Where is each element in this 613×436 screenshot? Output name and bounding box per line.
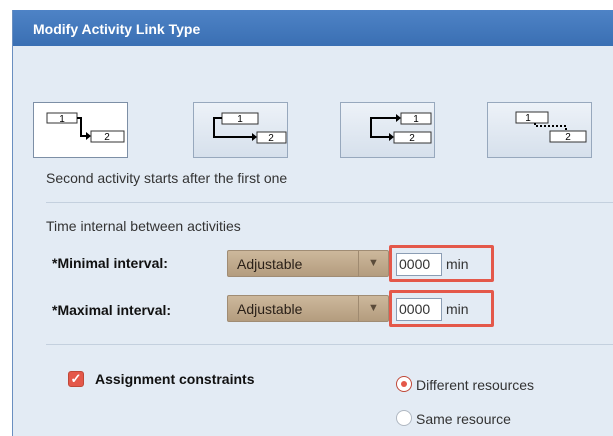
link-box-2: 2 <box>409 133 415 144</box>
start-to-finish-icon: 1 2 <box>515 111 587 143</box>
maximal-interval-input[interactable]: 0000 <box>396 298 442 321</box>
link-box-1: 1 <box>59 114 65 125</box>
minimal-interval-input[interactable]: 0000 <box>396 253 442 276</box>
interval-section-title: Time internal between activities <box>46 218 241 234</box>
link-type-start-to-start-button[interactable]: 1 2 <box>193 102 288 158</box>
start-to-start-icon: 1 2 <box>213 112 287 144</box>
maximal-interval-mode-value: Adjustable <box>237 301 303 317</box>
dropdown-arrow-icon: ▼ <box>358 296 388 321</box>
link-box-2: 2 <box>104 132 110 143</box>
link-box-2: 2 <box>268 133 274 144</box>
different-resources-label: Different resources <box>416 377 535 393</box>
link-type-description: Second activity starts after the first o… <box>46 170 288 186</box>
link-box-2: 2 <box>565 132 571 143</box>
same-resource-radio[interactable] <box>396 410 412 426</box>
minimal-interval-mode-value: Adjustable <box>237 256 303 272</box>
link-type-finish-to-start-button[interactable]: 1 2 <box>33 102 128 158</box>
same-resource-label: Same resource <box>416 411 511 427</box>
maximal-interval-mode-select[interactable]: Adjustable ▼ <box>227 295 389 322</box>
link-type-start-to-finish-button[interactable]: 1 2 <box>487 102 592 158</box>
link-box-1: 1 <box>413 114 419 125</box>
finish-to-start-icon: 1 2 <box>46 112 125 143</box>
link-box-1: 1 <box>525 113 531 124</box>
modify-link-type-dialog: Modify Activity Link Type 1 2 1 2 1 2 1 … <box>12 10 613 436</box>
finish-to-finish-icon: 1 2 <box>370 112 432 144</box>
separator <box>46 344 613 345</box>
dialog-title: Modify Activity Link Type <box>13 10 613 46</box>
different-resources-radio[interactable] <box>396 376 412 392</box>
link-type-finish-to-finish-button[interactable]: 1 2 <box>340 102 435 158</box>
assignment-constraints-label: Assignment constraints <box>95 371 255 387</box>
link-box-1: 1 <box>237 114 243 125</box>
minimal-interval-label: *Minimal interval: <box>52 255 168 271</box>
maximal-interval-highlight: 0000 min <box>389 290 494 327</box>
maximal-interval-unit: min <box>446 301 469 317</box>
dropdown-arrow-icon: ▼ <box>358 251 388 276</box>
minimal-interval-highlight: 0000 min <box>389 245 494 282</box>
minimal-interval-mode-select[interactable]: Adjustable ▼ <box>227 250 389 277</box>
maximal-interval-label: *Maximal interval: <box>52 302 172 318</box>
separator <box>46 202 613 203</box>
assignment-constraints-checkbox[interactable]: ✓ <box>68 371 84 387</box>
minimal-interval-unit: min <box>446 256 469 272</box>
